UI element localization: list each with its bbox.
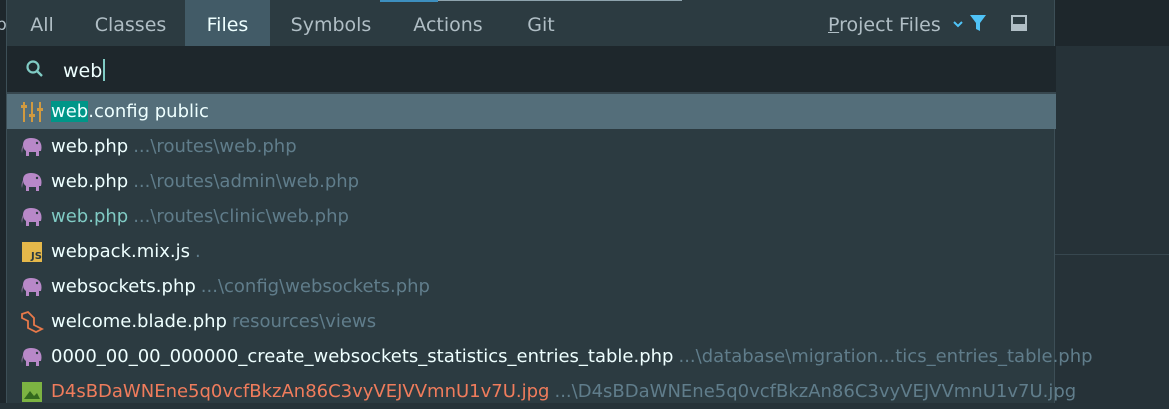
file-path: ...\database\migration...tics_entries_ta… bbox=[678, 346, 1093, 367]
file-name-text: web.php bbox=[51, 206, 129, 227]
scope-dropdown[interactable]: Project Files bbox=[828, 0, 963, 46]
file-path: ...\routes\admin\web.php bbox=[133, 171, 360, 192]
php-elephant-icon bbox=[21, 348, 42, 366]
search-everywhere-popup: All Classes Files Symbols Actions Git Pr… bbox=[6, 0, 1093, 403]
file-name: web.php ...\routes\web.php bbox=[51, 129, 297, 164]
search-icon bbox=[26, 60, 43, 77]
search-input-value: web bbox=[63, 60, 103, 82]
scope-label: roject Files bbox=[839, 14, 941, 36]
list-item[interactable]: websockets.php ...\config\websockets.php bbox=[7, 269, 1056, 304]
laravel-blade-icon bbox=[21, 310, 44, 334]
file-name: D4sBDaWNEne5q0vcfBkzAn86C3vyVEJVVmnU1v7U… bbox=[51, 374, 1076, 409]
list-item[interactable]: web.php ...\routes\clinic\web.php bbox=[7, 199, 1056, 234]
file-name-text: welcome.blade.php bbox=[51, 311, 227, 332]
file-name: 0000_00_00_000000_create_websockets_stat… bbox=[51, 339, 1093, 374]
file-path: resources\views bbox=[231, 311, 377, 332]
list-item[interactable]: D4sBDaWNEne5q0vcfBkzAn86C3vyVEJVVmnU1v7U… bbox=[7, 374, 1076, 409]
file-path: ...\routes\clinic\web.php bbox=[133, 206, 349, 227]
file-name: welcome.blade.php resources\views bbox=[51, 304, 376, 339]
file-name-rest: .config public bbox=[88, 101, 209, 122]
file-name-text: web.php bbox=[51, 171, 129, 192]
search-input[interactable]: web bbox=[63, 46, 106, 92]
file-path: ...\routes\web.php bbox=[133, 136, 297, 157]
config-sliders-icon bbox=[21, 102, 43, 122]
tab-git[interactable]: Git bbox=[513, 0, 569, 46]
file-path: ...\D4sBDaWNEne5q0vcfBkzAn86C3vyVEJVVmnU… bbox=[554, 381, 1077, 402]
file-name-text: web.php bbox=[51, 136, 129, 157]
list-item[interactable]: 0000_00_00_000000_create_websockets_stat… bbox=[7, 339, 1093, 374]
chevron-down-icon bbox=[953, 21, 963, 28]
open-in-panel-icon[interactable] bbox=[1011, 15, 1027, 31]
tab-bar: All Classes Files Symbols Actions Git Pr… bbox=[7, 0, 1056, 46]
file-name: webpack.mix.js. bbox=[51, 234, 201, 269]
php-elephant-icon bbox=[21, 208, 42, 226]
list-item[interactable]: web.php ...\routes\web.php bbox=[7, 129, 1056, 164]
tab-classes[interactable]: Classes bbox=[78, 0, 183, 46]
tab-symbols[interactable]: Symbols bbox=[279, 0, 383, 46]
php-elephant-icon bbox=[21, 173, 42, 191]
text-caret bbox=[103, 58, 106, 81]
search-bar: web bbox=[7, 46, 1056, 92]
php-elephant-icon bbox=[21, 138, 42, 156]
scope-mnemonic: P bbox=[828, 14, 840, 36]
svg-text:JS: JS bbox=[30, 251, 42, 262]
results-list: web.config public web.php ...\routes\web.… bbox=[7, 94, 1093, 409]
file-name-text: webpack.mix.js bbox=[51, 241, 191, 262]
file-path: ...\config\websockets.php bbox=[200, 276, 430, 297]
list-item[interactable]: JS webpack.mix.js. bbox=[7, 234, 1056, 269]
list-item[interactable]: welcome.blade.php resources\views bbox=[7, 304, 1056, 339]
file-name-text: 0000_00_00_000000_create_websockets_stat… bbox=[51, 346, 674, 367]
javascript-icon: JS bbox=[22, 242, 42, 262]
list-item[interactable]: web.config public bbox=[7, 94, 1056, 129]
list-item[interactable]: web.php ...\routes\admin\web.php bbox=[7, 164, 1056, 199]
tab-files[interactable]: Files bbox=[185, 0, 270, 46]
match-highlight: web bbox=[51, 101, 89, 122]
file-name: web.php ...\routes\clinic\web.php bbox=[51, 199, 349, 234]
editor-tab-strip bbox=[1055, 0, 1169, 46]
editor-divider bbox=[1055, 254, 1169, 255]
tab-actions[interactable]: Actions bbox=[400, 0, 496, 46]
file-name-text: websockets.php bbox=[51, 276, 196, 297]
file-name-text: D4sBDaWNEne5q0vcfBkzAn86C3vyVEJVVmnU1v7U… bbox=[51, 381, 550, 402]
file-name: web.php ...\routes\admin\web.php bbox=[51, 164, 359, 199]
file-path: . bbox=[195, 241, 201, 262]
file-name: web.config public bbox=[51, 94, 209, 129]
filter-icon[interactable] bbox=[969, 14, 987, 32]
php-elephant-icon bbox=[21, 278, 42, 296]
file-name: websockets.php ...\config\websockets.php bbox=[51, 269, 430, 304]
tab-all[interactable]: All bbox=[16, 0, 68, 46]
image-file-icon bbox=[22, 382, 42, 402]
